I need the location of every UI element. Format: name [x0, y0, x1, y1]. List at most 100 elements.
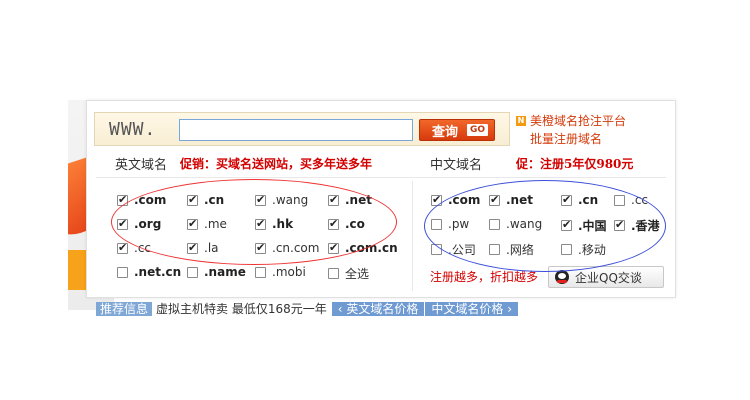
english-promo-text: 促销：买域名送网站，买多年送多年	[180, 157, 373, 171]
domain-label: .wang	[506, 217, 543, 231]
checkbox[interactable]	[431, 244, 442, 255]
checkbox[interactable]	[187, 217, 198, 230]
domain-search-input[interactable]	[179, 119, 413, 141]
checkbox[interactable]	[614, 194, 625, 206]
checkbox[interactable]	[431, 193, 442, 206]
checkbox[interactable]	[255, 241, 266, 254]
english-domain-option[interactable]: .name	[187, 265, 246, 279]
english-domain-option[interactable]: .com.cn	[328, 241, 398, 255]
chinese-domain-option[interactable]: .移动	[561, 241, 606, 258]
go-badge: GO	[466, 124, 488, 136]
qq-penguin-icon	[555, 270, 569, 284]
checkbox[interactable]	[187, 266, 198, 278]
link-bulk-register[interactable]: 批量注册域名	[516, 130, 626, 148]
chinese-domain-option[interactable]: .wang	[489, 217, 542, 231]
checkbox[interactable]	[328, 193, 339, 206]
qq-chat-button[interactable]: 企业QQ交谈	[548, 266, 664, 288]
domain-label: .la	[204, 241, 219, 255]
promo-links: N 美橙域名抢注平台 批量注册域名	[516, 112, 626, 148]
domain-label: 全选	[345, 267, 370, 281]
domain-label: .com	[134, 193, 167, 207]
domain-label: .com	[448, 193, 481, 207]
english-domain-option[interactable]: .mobi	[255, 265, 306, 279]
www-prefix: WWW.	[109, 119, 157, 140]
checkbox[interactable]	[255, 266, 266, 278]
checkbox[interactable]	[561, 244, 572, 255]
domain-label: .me	[204, 217, 227, 231]
domain-label: .co	[345, 217, 365, 231]
checkbox[interactable]	[187, 193, 198, 206]
checkbox[interactable]	[187, 241, 198, 254]
new-icon: N	[516, 116, 526, 126]
checkbox[interactable]	[255, 193, 266, 206]
query-button[interactable]: 查询 GO	[419, 119, 495, 141]
domain-label: .net	[506, 193, 533, 207]
chinese-domain-option[interactable]: .cn	[561, 193, 598, 207]
domain-label: .香港	[631, 219, 660, 233]
chinese-domain-option[interactable]: .网络	[489, 241, 534, 258]
domain-label: .cn	[578, 193, 599, 207]
checkbox[interactable]	[117, 217, 128, 230]
english-domain-option[interactable]: .net	[328, 193, 372, 207]
domain-label: .name	[204, 265, 246, 279]
bottom-info-bar: 推荐信息 虚拟主机特卖 最低仅168元一年 ‹ 英文域名价格 中文域名价格 ›	[96, 302, 518, 316]
domain-label: .hk	[272, 217, 294, 231]
checkbox[interactable]	[431, 218, 442, 230]
checkbox[interactable]	[117, 241, 128, 254]
english-domain-option[interactable]: .la	[187, 241, 219, 255]
chinese-domain-option[interactable]: .com	[431, 193, 480, 207]
checkbox[interactable]	[328, 268, 339, 279]
chinese-domain-option[interactable]: .中国	[561, 217, 607, 234]
hosting-promo-link[interactable]: 虚拟主机特卖 最低仅168元一年	[152, 302, 331, 316]
checkbox[interactable]	[614, 218, 625, 231]
domain-label: .com.cn	[345, 241, 398, 255]
tab-english-price[interactable]: ‹ 英文域名价格	[330, 302, 425, 316]
english-domain-option[interactable]: .org	[117, 217, 161, 231]
english-domain-option[interactable]: .cn	[187, 193, 224, 207]
header-divider	[96, 177, 666, 178]
domain-label: .公司	[448, 243, 476, 257]
checkbox[interactable]	[561, 218, 572, 231]
domain-label: .移动	[578, 243, 606, 257]
domain-label: .网络	[506, 243, 534, 257]
chinese-domain-option[interactable]: .cc	[614, 193, 648, 207]
chinese-domain-option[interactable]: .net	[489, 193, 533, 207]
domain-label: .net	[345, 193, 372, 207]
english-domain-option[interactable]: .net.cn	[117, 265, 181, 279]
chinese-domain-option[interactable]: .香港	[614, 217, 660, 234]
english-domain-option[interactable]: 全选	[328, 265, 369, 282]
english-domain-option[interactable]: .co	[328, 217, 365, 231]
english-domain-option[interactable]: .com	[117, 193, 166, 207]
chinese-domain-option[interactable]: .pw	[431, 217, 469, 231]
domain-label: .net.cn	[134, 265, 182, 279]
domain-label: .cc	[631, 193, 649, 207]
english-domain-option[interactable]: .cc	[117, 241, 151, 255]
english-domain-option[interactable]: .hk	[255, 217, 293, 231]
search-bar: WWW. 查询 GO	[94, 112, 510, 146]
domain-label: .cn	[204, 193, 225, 207]
domain-label: .mobi	[272, 265, 306, 279]
domain-label: .org	[134, 217, 162, 231]
checkbox[interactable]	[489, 244, 500, 255]
checkbox[interactable]	[255, 217, 266, 230]
chinese-domain-title: 中文域名	[430, 158, 483, 173]
english-domain-option[interactable]: .cn.com	[255, 241, 319, 255]
checkbox[interactable]	[117, 193, 128, 206]
english-domain-option[interactable]: .me	[187, 217, 227, 231]
checkbox[interactable]	[489, 218, 500, 230]
tab-chinese-price[interactable]: 中文域名价格 ›	[424, 302, 518, 316]
domain-label: .cn.com	[272, 241, 320, 255]
domain-label: .pw	[448, 217, 470, 231]
checkbox[interactable]	[328, 217, 339, 230]
english-domain-option[interactable]: .wang	[255, 193, 308, 207]
link-domain-snapping[interactable]: 美橙域名抢注平台	[530, 112, 626, 130]
checkbox[interactable]	[489, 193, 500, 206]
checkbox[interactable]	[328, 241, 339, 254]
qq-chat-label: 企业QQ交谈	[575, 270, 642, 285]
domain-label: .中国	[578, 219, 607, 233]
checkbox[interactable]	[561, 193, 572, 206]
recommend-tag: 推荐信息	[96, 302, 153, 316]
checkbox[interactable]	[117, 266, 128, 278]
chinese-domain-option[interactable]: .公司	[431, 241, 476, 258]
english-domain-title: 英文域名	[115, 158, 168, 173]
